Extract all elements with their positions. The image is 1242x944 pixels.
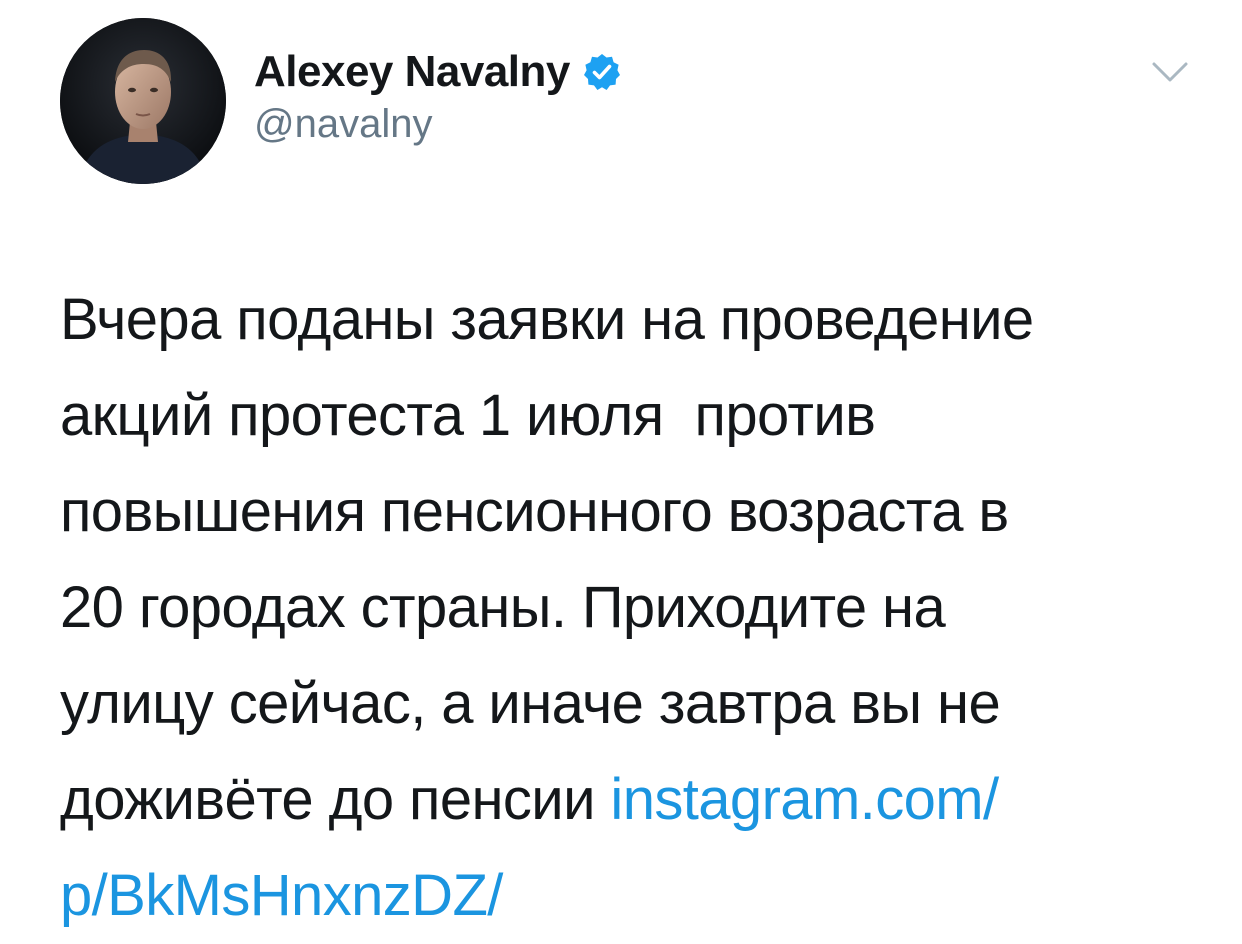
- tweet-text-line: улицу сейчас, а иначе завтра вы не: [60, 671, 1001, 736]
- tweet-text-line: доживёте до пенсии instagram.com/: [60, 752, 1210, 848]
- instagram-link[interactable]: instagram.com/: [610, 767, 999, 832]
- tweet-text-line: 20 городах страны. Приходите на: [60, 575, 946, 640]
- author-name-row: Alexey Navalny: [254, 44, 622, 100]
- verified-badge-icon: [583, 54, 620, 90]
- author-display-name[interactable]: Alexey Navalny: [254, 47, 570, 97]
- chevron-down-icon[interactable]: [1148, 54, 1192, 90]
- instagram-link-continued[interactable]: p/BkMsHnxnzDZ/: [60, 863, 503, 928]
- tweet-text-segment: доживёте до пенсии: [60, 767, 611, 832]
- tweet-text-line: акций протеста 1 июля против: [60, 383, 876, 448]
- avatar-photo-icon: [60, 18, 226, 184]
- tweet-text: Вчера поданы заявки на проведение акций …: [60, 272, 1210, 944]
- tweet-text-line: p/BkMsHnxnzDZ/: [60, 848, 1210, 944]
- tweet-text-line: Вчера поданы заявки на проведение: [60, 287, 1034, 352]
- author-handle[interactable]: @navalny: [254, 102, 432, 147]
- tweet-text-line: повышения пенсионного возраста в: [60, 479, 1009, 544]
- avatar[interactable]: [60, 18, 226, 184]
